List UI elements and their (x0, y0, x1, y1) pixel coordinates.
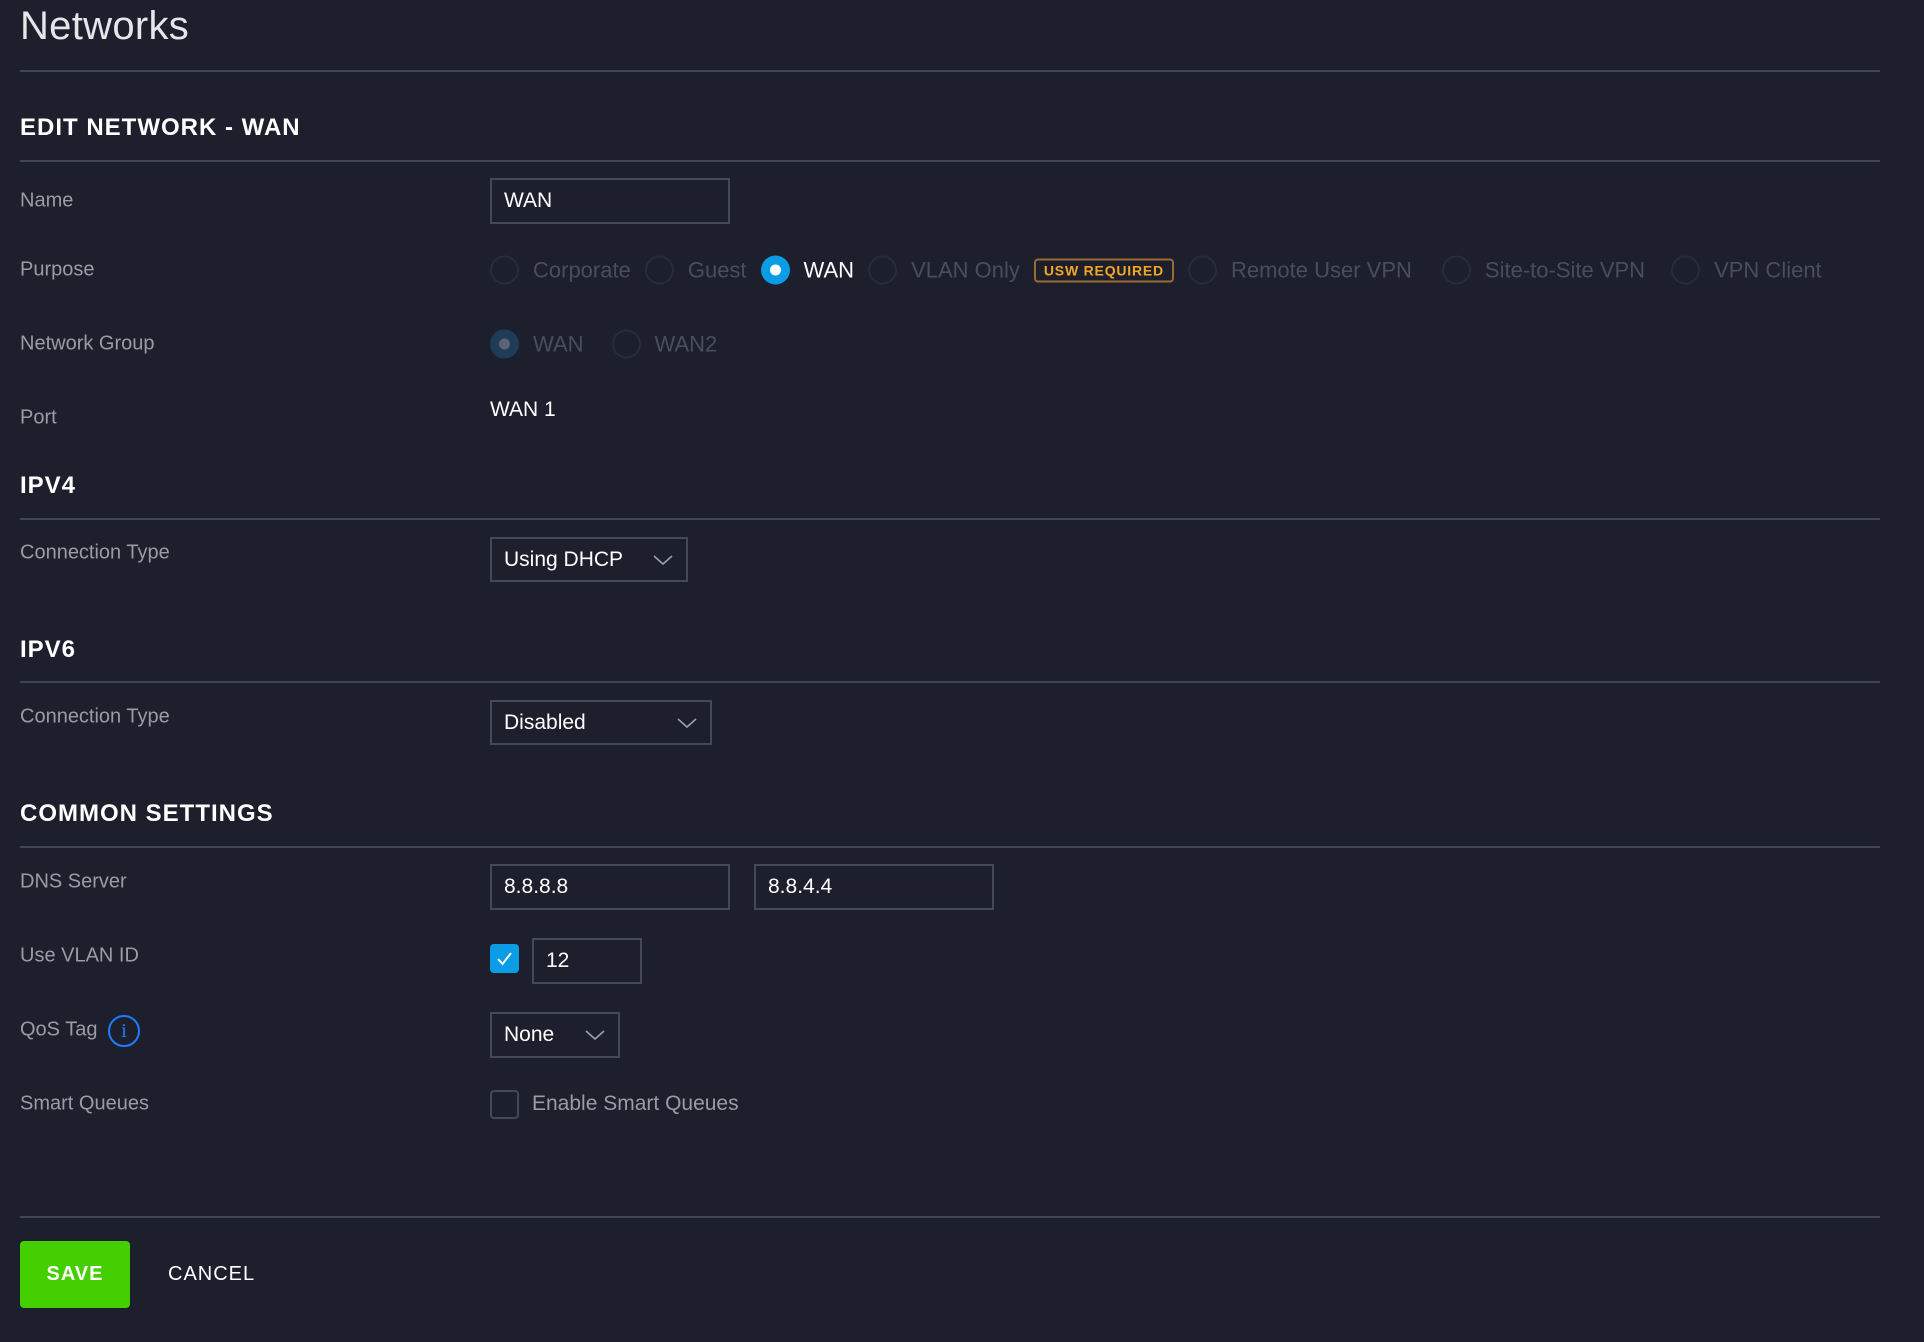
form-title: EDIT NETWORK - WAN (20, 114, 301, 141)
qos-tag-select[interactable]: None (490, 1012, 620, 1058)
ipv4-connection-type-value: Using DHCP (504, 547, 624, 571)
name-input[interactable] (504, 189, 716, 213)
dns-primary-wrapper[interactable] (490, 864, 730, 910)
usw-required-badge: USW REQUIRED (1033, 258, 1174, 282)
divider (20, 681, 1880, 683)
purpose-radio-guest[interactable] (644, 255, 674, 285)
dns-secondary-input[interactable] (768, 875, 980, 899)
divider (20, 160, 1880, 162)
enable-smart-queues-label[interactable]: Enable Smart Queues (532, 1092, 739, 1116)
ipv6-connection-type-value: Disabled (504, 710, 586, 734)
port-label: Port (20, 406, 57, 429)
divider (20, 1216, 1880, 1218)
common-settings-section-title: COMMON SETTINGS (20, 800, 274, 827)
purpose-label-site-to-site-vpn[interactable]: Site-to-Site VPN (1485, 257, 1645, 283)
vlan-id-wrapper[interactable] (532, 938, 642, 984)
network-group-label-wan[interactable]: WAN (533, 331, 584, 357)
purpose-radio-group: Corporate Guest WAN VLAN Only USW REQUIR… (490, 255, 1836, 285)
purpose-label-vlan-only[interactable]: VLAN Only (911, 257, 1020, 283)
purpose-radio-vpn-client[interactable] (1671, 255, 1701, 285)
divider (20, 518, 1880, 520)
enable-smart-queues-checkbox[interactable] (490, 1090, 519, 1119)
purpose-radio-site-to-site-vpn[interactable] (1441, 255, 1471, 285)
qos-tag-label: QoS Tag (20, 1018, 98, 1041)
chevron-down-icon (585, 1030, 605, 1041)
divider (20, 70, 1880, 72)
qos-tag-value: None (504, 1023, 555, 1046)
purpose-radio-vlan-only[interactable] (868, 255, 898, 285)
vlan-id-input[interactable] (546, 949, 628, 973)
network-group-label-wan2[interactable]: WAN2 (655, 331, 718, 357)
ipv4-connection-type-select[interactable]: Using DHCP (490, 537, 688, 582)
page-title: Networks (20, 4, 190, 48)
network-group-radio-wan[interactable] (490, 329, 519, 359)
purpose-radio-corporate[interactable] (490, 255, 519, 285)
divider (20, 846, 1880, 848)
name-input-wrapper[interactable] (490, 178, 730, 224)
ipv6-connection-type-label: Connection Type (20, 705, 170, 728)
purpose-label: Purpose (20, 258, 95, 281)
info-icon[interactable]: i (108, 1015, 140, 1047)
dns-primary-input[interactable] (504, 875, 716, 899)
purpose-label-guest[interactable]: Guest (688, 257, 747, 283)
checkmark-icon (497, 952, 512, 966)
purpose-radio-wan[interactable] (760, 255, 790, 285)
ipv4-connection-type-label: Connection Type (20, 541, 170, 564)
purpose-label-remote-user-vpn[interactable]: Remote User VPN (1231, 257, 1412, 283)
network-group-label: Network Group (20, 332, 155, 355)
ipv6-connection-type-select[interactable]: Disabled (490, 700, 712, 745)
ipv6-section-title: IPV6 (20, 636, 77, 663)
dns-server-label: DNS Server (20, 870, 127, 893)
cancel-button[interactable]: CANCEL (168, 1241, 255, 1308)
dns-secondary-wrapper[interactable] (754, 864, 994, 910)
network-group-radio-wan2[interactable] (611, 329, 641, 359)
save-button[interactable]: SAVE (20, 1241, 130, 1308)
purpose-label-vpn-client[interactable]: VPN Client (1714, 257, 1822, 283)
purpose-label-corporate[interactable]: Corporate (533, 257, 631, 283)
purpose-label-wan[interactable]: WAN (804, 257, 855, 283)
purpose-radio-remote-user-vpn[interactable] (1187, 255, 1217, 285)
chevron-down-icon (653, 554, 673, 565)
use-vlan-id-checkbox[interactable] (490, 944, 519, 973)
use-vlan-id-label: Use VLAN ID (20, 944, 139, 967)
port-value: WAN 1 (490, 398, 556, 421)
name-label: Name (20, 189, 74, 212)
ipv4-section-title: IPV4 (20, 472, 77, 499)
smart-queues-label: Smart Queues (20, 1092, 149, 1115)
chevron-down-icon (677, 717, 697, 728)
network-group-radio-group: WAN WAN2 (490, 329, 731, 359)
